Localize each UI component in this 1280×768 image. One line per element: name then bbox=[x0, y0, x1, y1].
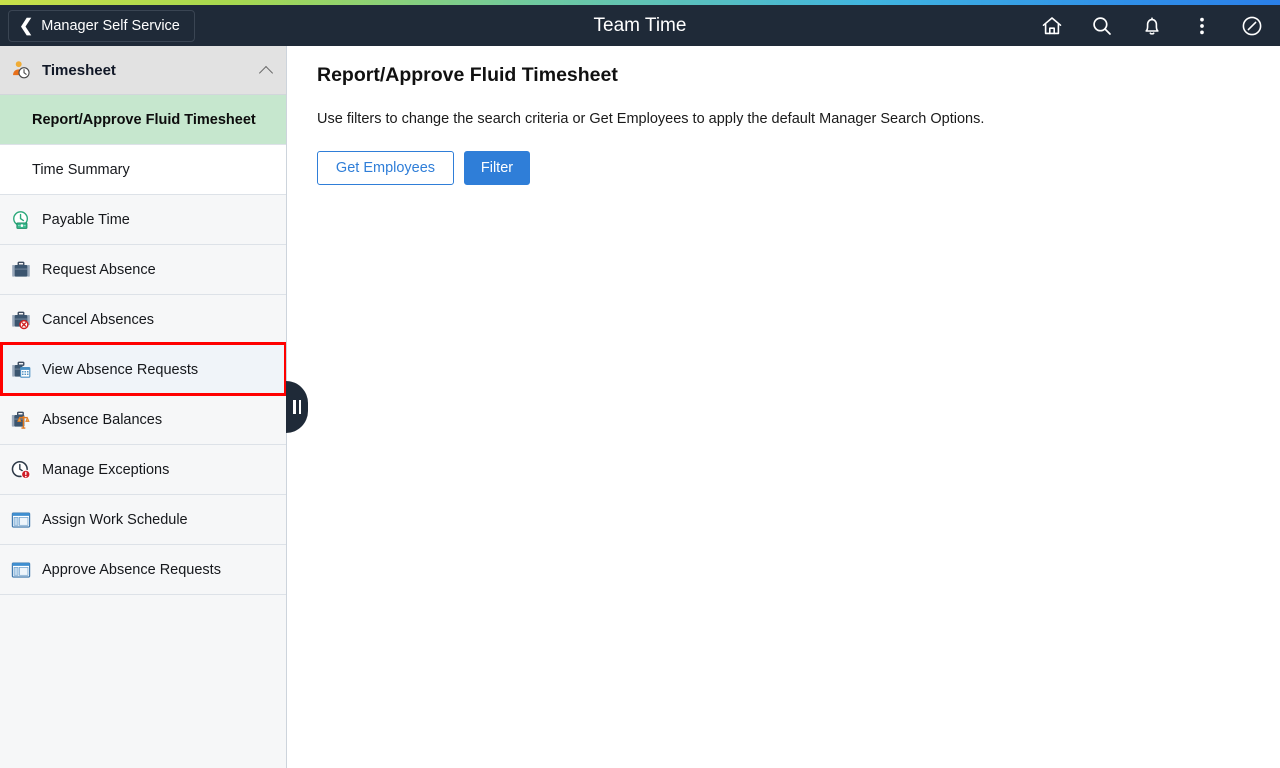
sidebar-item-cancel-absences[interactable]: Cancel Absences bbox=[0, 295, 286, 345]
page-title: Report/Approve Fluid Timesheet bbox=[317, 64, 618, 86]
actions-menu-icon[interactable] bbox=[1190, 14, 1214, 38]
sidebar-item-label: View Absence Requests bbox=[42, 361, 199, 378]
briefcase-cancel-icon bbox=[10, 309, 32, 331]
sidebar-group-label: Timesheet bbox=[42, 61, 116, 79]
sidebar-item-label: Report/Approve Fluid Timesheet bbox=[32, 111, 256, 128]
home-icon[interactable] bbox=[1040, 14, 1064, 38]
header-icon-group bbox=[1040, 5, 1272, 46]
back-button[interactable]: ❮ Manager Self Service bbox=[8, 9, 195, 42]
filter-button[interactable]: Filter bbox=[464, 151, 530, 185]
sidebar-item-payable-time[interactable]: Payable Time bbox=[0, 195, 286, 245]
green-clock-payable-icon bbox=[10, 209, 32, 231]
sidebar-item-label: Time Summary bbox=[32, 161, 130, 178]
briefcase-calendar-icon bbox=[10, 359, 32, 381]
get-employees-button[interactable]: Get Employees bbox=[317, 151, 454, 185]
main-content: Report/Approve Fluid Timesheet Use filte… bbox=[288, 46, 1280, 768]
app-header: ❮ Manager Self Service Team Time bbox=[0, 5, 1280, 46]
clock-alert-icon bbox=[10, 459, 32, 481]
sidebar-item-label: Approve Absence Requests bbox=[42, 561, 221, 578]
briefcase-balance-icon bbox=[10, 409, 32, 431]
search-icon[interactable] bbox=[1090, 14, 1114, 38]
window-layout-icon bbox=[10, 509, 32, 531]
chevron-up-icon[interactable] bbox=[260, 63, 274, 77]
sidebar-item-manage-exceptions[interactable]: Manage Exceptions bbox=[0, 445, 286, 495]
sidebar-item-approve-absence-requests[interactable]: Approve Absence Requests bbox=[0, 545, 286, 595]
sidebar-item-report-approve-fluid-timesheet[interactable]: Report/Approve Fluid Timesheet bbox=[0, 95, 286, 145]
back-button-label: Manager Self Service bbox=[41, 17, 180, 34]
sidebar-item-assign-work-schedule[interactable]: Assign Work Schedule bbox=[0, 495, 286, 545]
sidebar-item-label: Manage Exceptions bbox=[42, 461, 170, 478]
pause-bars-icon bbox=[293, 400, 301, 414]
action-button-row: Get Employees Filter bbox=[317, 151, 1280, 185]
navigator-compass-icon[interactable] bbox=[1240, 14, 1264, 38]
sidebar-item-time-summary[interactable]: Time Summary bbox=[0, 145, 286, 195]
notification-bell-icon[interactable] bbox=[1140, 14, 1164, 38]
sidebar-item-view-absence-requests[interactable]: View Absence Requests bbox=[0, 345, 286, 395]
sidebar-item-label: Request Absence bbox=[42, 261, 156, 278]
sidebar-item-label: Absence Balances bbox=[42, 411, 163, 428]
person-clock-icon bbox=[10, 59, 32, 81]
sidebar-item-label: Cancel Absences bbox=[42, 311, 155, 328]
briefcase-icon bbox=[10, 259, 32, 281]
chevron-left-icon: ❮ bbox=[19, 16, 34, 35]
instruction-text: Use filters to change the search criteri… bbox=[317, 111, 985, 127]
sidebar-item-request-absence[interactable]: Request Absence bbox=[0, 245, 286, 295]
sidebar-item-absence-balances[interactable]: Absence Balances bbox=[0, 395, 286, 445]
navigation-sidebar: Timesheet Report/Approve Fluid Timesheet… bbox=[0, 46, 287, 768]
sidebar-group-timesheet[interactable]: Timesheet bbox=[0, 46, 286, 95]
sidebar-item-label: Payable Time bbox=[42, 211, 130, 228]
window-layout-icon bbox=[10, 559, 32, 581]
sidebar-item-label: Assign Work Schedule bbox=[42, 511, 188, 528]
